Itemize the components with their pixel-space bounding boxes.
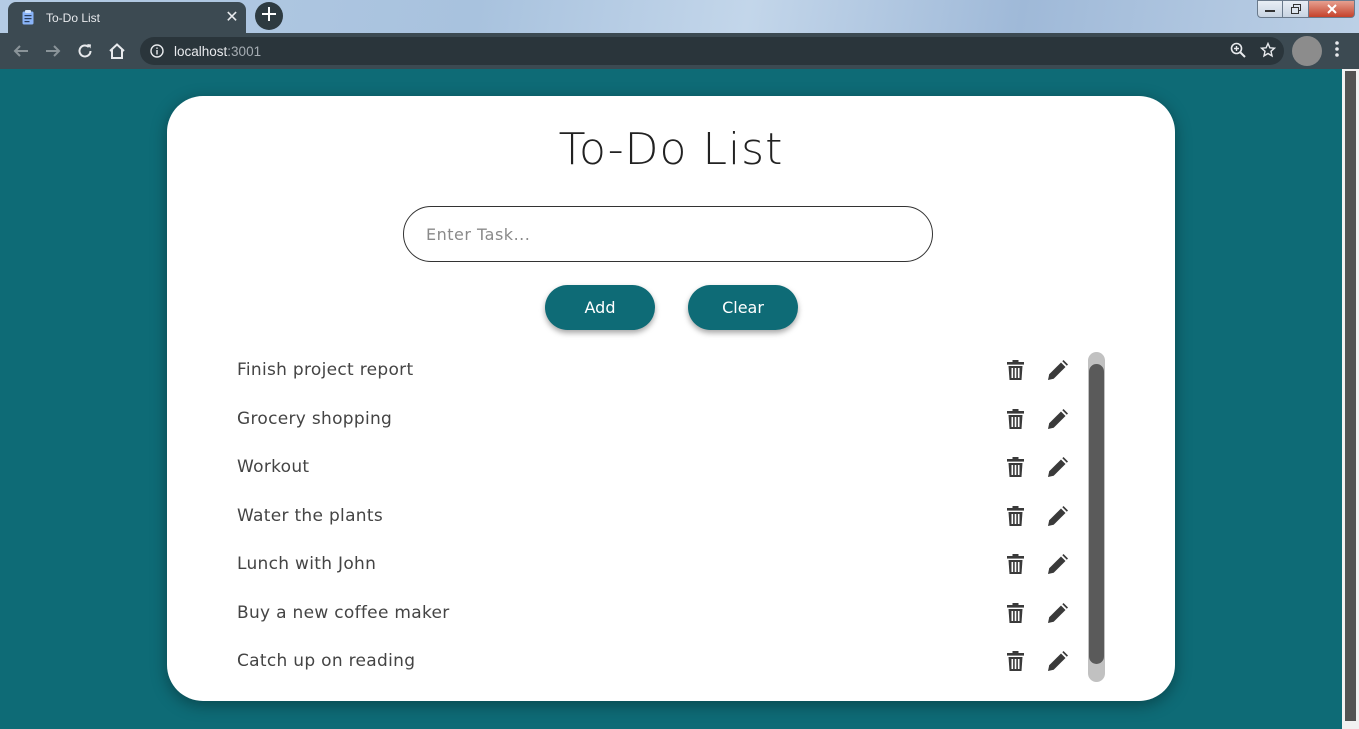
zoom-icon[interactable] bbox=[1230, 42, 1246, 63]
pencil-icon[interactable] bbox=[1047, 602, 1069, 624]
task-text: Finish project report bbox=[237, 360, 414, 381]
add-button[interactable]: Add bbox=[545, 285, 655, 330]
task-text: Buy a new coffee maker bbox=[237, 602, 450, 623]
pencil-icon[interactable] bbox=[1047, 408, 1069, 430]
pencil-icon[interactable] bbox=[1047, 650, 1069, 672]
task-row: Buy a new coffee maker bbox=[237, 589, 1077, 638]
page-scrollbar[interactable] bbox=[1342, 69, 1359, 729]
page-scrollbar-thumb[interactable] bbox=[1345, 71, 1356, 721]
forward-button[interactable] bbox=[41, 39, 65, 63]
task-text: Catch up on reading bbox=[237, 651, 416, 672]
url-host: localhost bbox=[174, 43, 228, 59]
trash-icon[interactable] bbox=[1005, 408, 1025, 430]
task-text: Lunch with John bbox=[237, 554, 377, 575]
pencil-icon[interactable] bbox=[1047, 359, 1069, 381]
task-list-scrollbar[interactable] bbox=[1088, 352, 1105, 682]
task-row: Grocery shopping bbox=[237, 395, 1077, 444]
window-close-button[interactable] bbox=[1309, 0, 1355, 18]
task-input[interactable] bbox=[403, 206, 933, 262]
task-text: Grocery shopping bbox=[237, 408, 393, 429]
address-bar[interactable]: localhost:3001 bbox=[140, 37, 1284, 65]
home-icon bbox=[109, 43, 125, 59]
browser-tab-strip: To-Do List ✕ bbox=[0, 0, 1359, 33]
plus-icon bbox=[262, 6, 276, 26]
window-controls bbox=[1257, 0, 1355, 18]
trash-icon[interactable] bbox=[1005, 505, 1025, 527]
trash-icon[interactable] bbox=[1005, 456, 1025, 478]
pencil-icon[interactable] bbox=[1047, 456, 1069, 478]
pencil-icon[interactable] bbox=[1047, 553, 1069, 575]
clipboard-icon bbox=[20, 10, 36, 26]
minimize-icon bbox=[1265, 10, 1275, 12]
clear-button[interactable]: Clear bbox=[688, 285, 798, 330]
close-icon bbox=[1326, 4, 1337, 14]
task-row: Catch up on reading bbox=[237, 637, 1077, 686]
task-text: Water the plants bbox=[237, 505, 383, 526]
more-vertical-icon bbox=[1335, 41, 1339, 57]
trash-icon[interactable] bbox=[1005, 602, 1025, 624]
browser-menu-button[interactable] bbox=[1330, 41, 1344, 61]
task-row: Water the plants bbox=[237, 492, 1077, 541]
task-text: Workout bbox=[237, 457, 310, 478]
arrow-right-icon bbox=[46, 45, 61, 57]
new-tab-button[interactable] bbox=[255, 2, 283, 30]
url-port: :3001 bbox=[227, 43, 262, 59]
task-row: Lunch with John bbox=[237, 540, 1077, 589]
task-list-scrollbar-thumb[interactable] bbox=[1089, 364, 1104, 664]
bookmark-star-icon[interactable] bbox=[1259, 41, 1277, 63]
tab-title: To-Do List bbox=[46, 10, 101, 25]
restore-button[interactable] bbox=[1283, 0, 1309, 18]
task-list: Finish project report Grocery shopping W… bbox=[237, 346, 1077, 686]
browser-tab[interactable]: To-Do List ✕ bbox=[8, 2, 246, 33]
trash-icon[interactable] bbox=[1005, 553, 1025, 575]
close-tab-icon[interactable]: ✕ bbox=[218, 9, 246, 26]
back-button[interactable] bbox=[9, 39, 33, 63]
reload-icon bbox=[78, 44, 92, 58]
trash-icon[interactable] bbox=[1005, 650, 1025, 672]
url-text: localhost:3001 bbox=[174, 44, 261, 59]
arrow-left-icon bbox=[13, 45, 28, 57]
task-row: Finish project report bbox=[237, 346, 1077, 395]
minimize-button[interactable] bbox=[1257, 0, 1283, 18]
profile-avatar[interactable] bbox=[1292, 36, 1322, 66]
home-button[interactable] bbox=[105, 39, 129, 63]
browser-toolbar: localhost:3001 bbox=[0, 33, 1359, 69]
page-title: To-Do List bbox=[558, 124, 784, 175]
task-row: Workout bbox=[237, 443, 1077, 492]
pencil-icon[interactable] bbox=[1047, 505, 1069, 527]
restore-icon bbox=[1290, 4, 1301, 14]
trash-icon[interactable] bbox=[1005, 359, 1025, 381]
reload-button[interactable] bbox=[73, 39, 97, 63]
info-icon[interactable] bbox=[140, 44, 174, 58]
